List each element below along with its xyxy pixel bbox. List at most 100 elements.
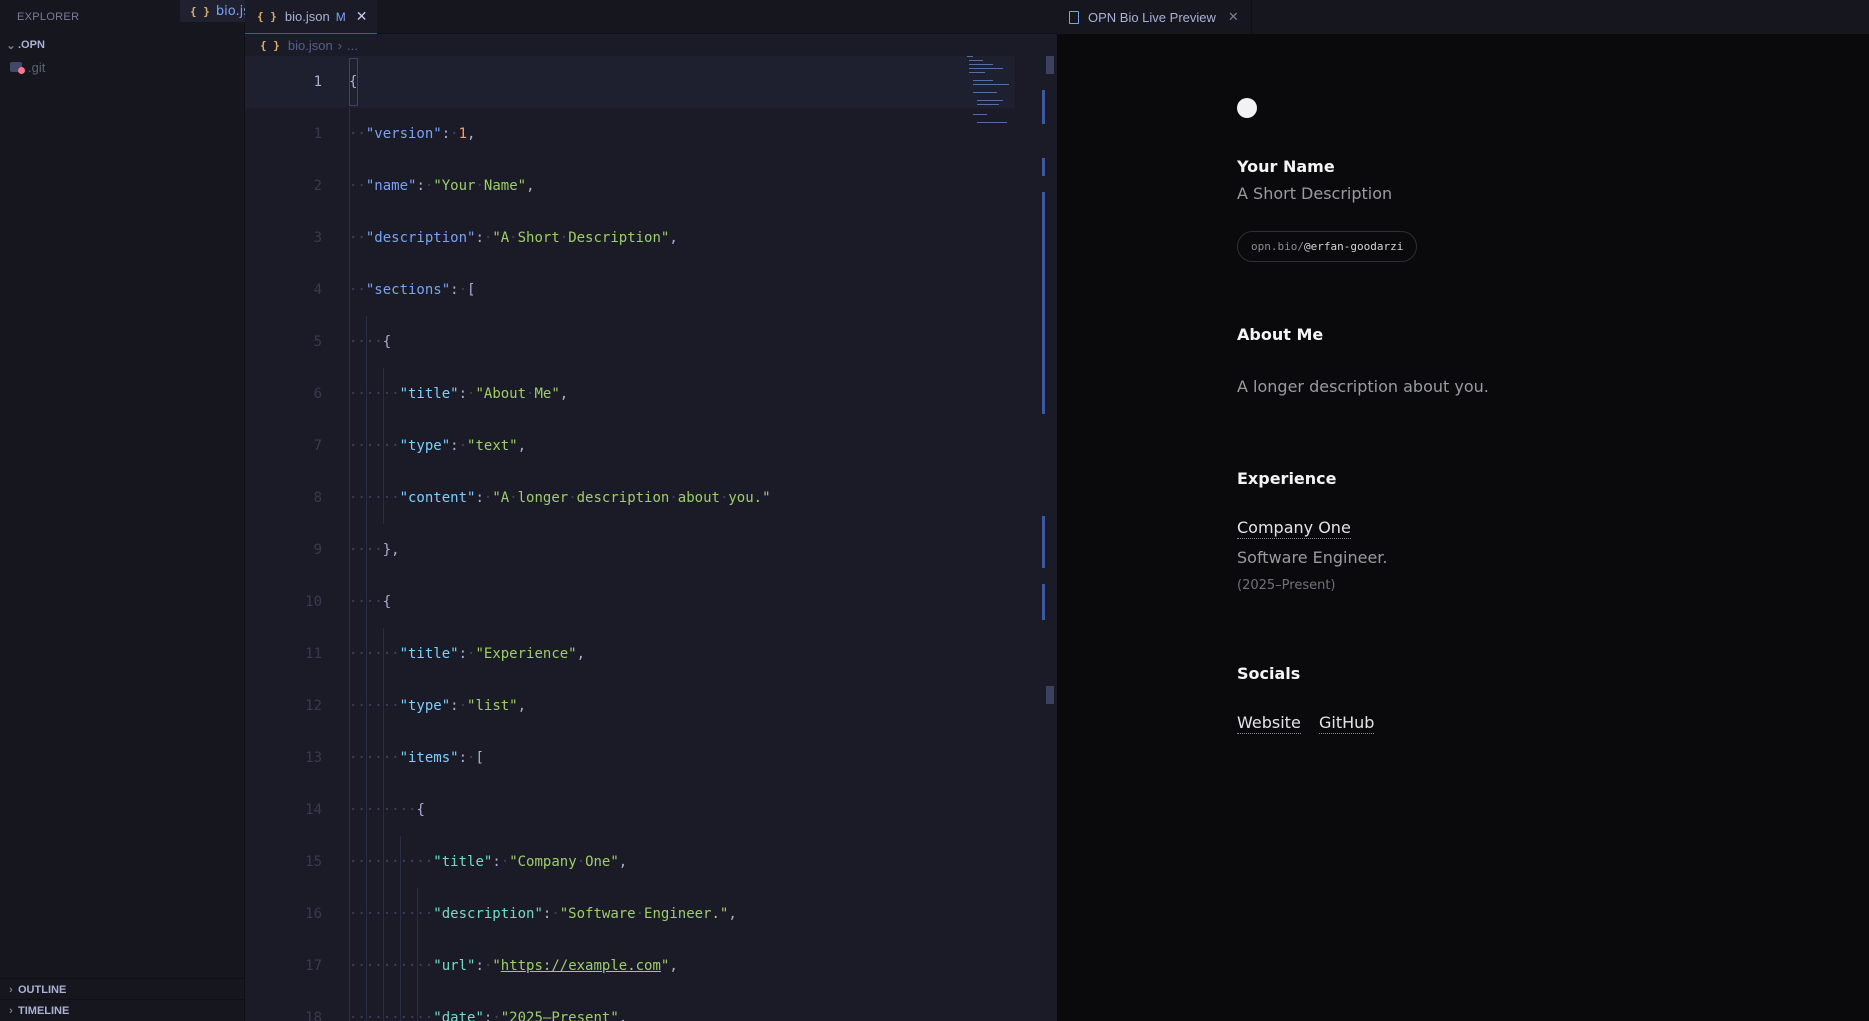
code-line[interactable]: 6 ······"title":·"About·Me",: [245, 368, 1015, 420]
line-number: 17: [305, 958, 322, 974]
tab-live-preview[interactable]: OPN Bio Live Preview ✕: [1057, 0, 1252, 34]
line-number: 12: [305, 698, 322, 714]
line-number: 10: [305, 594, 322, 610]
breadcrumb: { } bio.json › ...: [245, 34, 1057, 56]
code-line[interactable]: 15 ··········"title":·"Company·One",: [245, 836, 1015, 888]
folder-label: .OPN: [18, 39, 45, 51]
outline-section[interactable]: › OUTLINE: [0, 978, 245, 1000]
json-file-icon: { }: [260, 38, 280, 52]
line-number: 9: [313, 542, 322, 558]
line-number: 1: [313, 74, 322, 90]
code-line[interactable]: 7 ······"type":·"text",: [245, 420, 1015, 472]
line-text: ··"description":·"A·Short·Description",: [349, 230, 678, 246]
code-line[interactable]: 14 ········{: [245, 784, 1015, 836]
tree-item-git[interactable]: .git: [0, 56, 244, 78]
line-number: 18: [305, 1010, 322, 1021]
code-line[interactable]: 11 ······"title":·"Experience",: [245, 628, 1015, 680]
preview-tabbar: OPN Bio Live Preview ✕: [1057, 0, 1869, 34]
line-number: 13: [305, 750, 322, 766]
modified-badge: M: [335, 9, 346, 24]
social-link-github[interactable]: GitHub: [1319, 713, 1375, 734]
code-line[interactable]: 10 ····{: [245, 576, 1015, 628]
code-line[interactable]: 4 ··"sections":·[: [245, 264, 1015, 316]
handle-prefix: opn.bio/: [1251, 240, 1304, 253]
editor-tabbar: { } bio.json M ✕: [245, 0, 1057, 34]
handle-pill[interactable]: opn.bio/@erfan-goodarzi: [1237, 231, 1418, 262]
line-text: ······"type":·"text",: [349, 438, 527, 454]
close-icon[interactable]: ✕: [1228, 9, 1239, 25]
line-text: ··"sections":·[: [349, 282, 476, 298]
line-number: 1: [313, 126, 322, 142]
line-text: {: [349, 74, 358, 90]
about-content: A longer description about you.: [1237, 377, 1489, 396]
line-text: ····},: [349, 542, 400, 558]
code-line[interactable]: 18 ··········"date":·"2025–Present",: [245, 992, 1015, 1021]
section-title-about: About Me: [1237, 325, 1324, 344]
line-number: 4: [313, 282, 322, 298]
line-number: 16: [305, 906, 322, 922]
line-number: 7: [313, 438, 322, 454]
line-text: ····{: [349, 334, 392, 350]
timeline-label: TIMELINE: [18, 1004, 70, 1017]
code-line[interactable]: 2 ··"name":·"Your·Name",: [245, 160, 1015, 212]
bio-description: A Short Description: [1237, 184, 1393, 203]
line-text: ······"content":·"A·longer·description·a…: [349, 490, 771, 506]
explorer-sidebar: EXPLORER ··· ⌄ .OPN .git { } bio.json M …: [0, 0, 600, 1021]
line-text: ······"items":·[: [349, 750, 484, 766]
line-number: 6: [313, 386, 322, 402]
line-number: 11: [305, 646, 322, 662]
code-line[interactable]: 16 ··········"description":·"Software·En…: [245, 888, 1015, 940]
section-title-socials: Socials: [1237, 664, 1301, 683]
code-line[interactable]: 3 ··"description":·"A·Short·Description"…: [245, 212, 1015, 264]
code-line[interactable]: 17 ··········"url":·"https://example.com…: [245, 940, 1015, 992]
json-file-icon: { }: [190, 4, 210, 18]
scrollbar-thumb[interactable]: [1046, 56, 1054, 74]
code-line[interactable]: 1 {: [245, 56, 1015, 108]
breadcrumb-rest[interactable]: ...: [347, 38, 358, 53]
code-line[interactable]: 9 ····},: [245, 524, 1015, 576]
social-link-website[interactable]: Website: [1237, 713, 1301, 734]
avatar: [1237, 98, 1257, 118]
chevron-right-icon: ›: [9, 1004, 13, 1017]
code-line[interactable]: 8 ······"content":·"A·longer·description…: [245, 472, 1015, 524]
line-text: ··"version":·1,: [349, 126, 476, 142]
line-number: 3: [313, 230, 322, 246]
code-line[interactable]: 5 ····{: [245, 316, 1015, 368]
git-folder-icon: [10, 62, 25, 74]
tab-label: bio.json: [284, 9, 330, 24]
line-text: ······"title":·"About·Me",: [349, 386, 569, 402]
line-text: ··"name":·"Your·Name",: [349, 178, 535, 194]
code-area[interactable]: 1 { 1 ··"version":·1, 2 ··"name":·"Your·…: [245, 56, 1057, 1021]
document-icon: [1069, 10, 1079, 24]
line-text: ········{: [349, 802, 425, 818]
chevron-right-icon: ›: [9, 983, 13, 996]
breadcrumb-file[interactable]: bio.json: [288, 38, 333, 53]
tab-bio-json[interactable]: { } bio.json M ✕: [245, 0, 378, 34]
outline-label: OUTLINE: [18, 983, 67, 996]
json-file-icon: { }: [257, 10, 277, 23]
code-line[interactable]: 1 ··"version":·1,: [245, 108, 1015, 160]
code-line[interactable]: 13 ······"items":·[: [245, 732, 1015, 784]
timeline-section[interactable]: › TIMELINE: [0, 999, 245, 1021]
line-text: ··········"url":·"https://example.com",: [349, 958, 678, 974]
editor-pane: { } bio.json M ✕ { } bio.json › ... 1 { …: [245, 0, 1057, 1021]
line-number: 2: [313, 178, 322, 194]
experience-item-description: Software Engineer.: [1237, 548, 1388, 567]
tree-item-label: .git: [28, 59, 46, 75]
preview-pane: OPN Bio Live Preview ✕ Your Name A Short…: [1057, 0, 1869, 1021]
line-number: 8: [313, 490, 322, 506]
line-text: ··········"title":·"Company·One",: [349, 854, 628, 870]
handle-user: @erfan-goodarzi: [1303, 240, 1404, 253]
scrollbar-marker: [1046, 686, 1054, 704]
experience-item-date: (2025–Present): [1237, 578, 1336, 593]
code-line[interactable]: 12 ······"type":·"list",: [245, 680, 1015, 732]
minimap[interactable]: [963, 56, 1018, 136]
section-title-experience: Experience: [1237, 469, 1337, 488]
close-icon[interactable]: ✕: [356, 8, 368, 25]
line-text: ··········"date":·"2025–Present",: [349, 1010, 628, 1021]
line-text: ······"type":·"list",: [349, 698, 527, 714]
bio-name: Your Name: [1237, 157, 1335, 176]
experience-item-link[interactable]: Company One: [1237, 518, 1351, 539]
tab-label: OPN Bio Live Preview: [1088, 9, 1216, 25]
folder-opn[interactable]: ⌄ .OPN: [0, 34, 244, 56]
